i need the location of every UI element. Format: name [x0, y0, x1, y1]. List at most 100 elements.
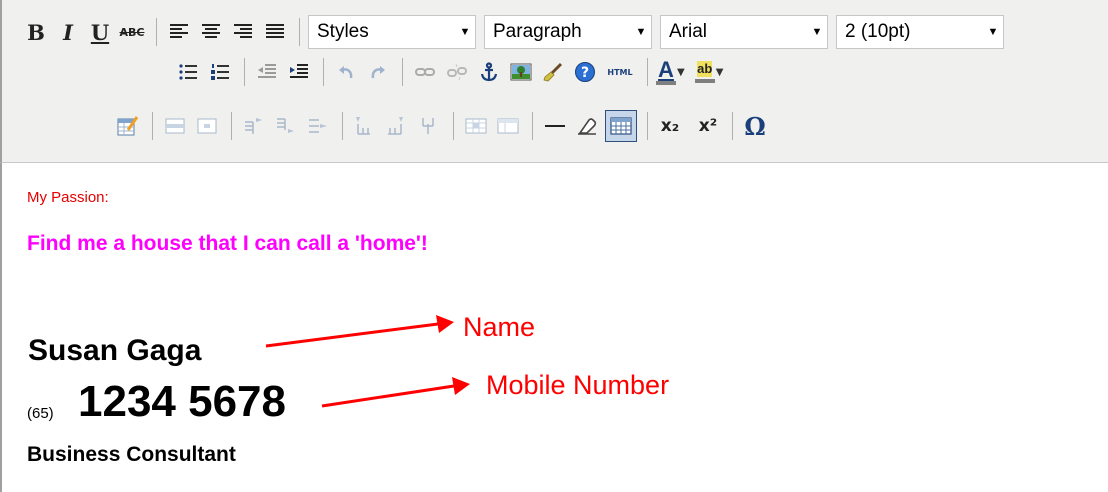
chevron-down-icon[interactable]: ▼	[807, 16, 827, 48]
indent-button[interactable]	[285, 58, 313, 86]
help-icon: ?	[575, 62, 595, 82]
chevron-down-icon[interactable]: ▼	[677, 67, 685, 78]
toolbar-separator	[732, 112, 733, 140]
align-right-icon	[234, 24, 252, 38]
rich-text-editor: B I U ABC Styles ▼ Paragraph ▼ Arial ▼ 2…	[0, 0, 1108, 492]
strikethrough-button[interactable]: ABC	[118, 18, 146, 46]
chevron-down-icon[interactable]: ▼	[631, 16, 651, 48]
strikethrough-icon: ABC	[119, 25, 145, 39]
delete-row-button[interactable]	[304, 112, 332, 140]
toolbar-separator	[453, 112, 454, 140]
row-properties-button[interactable]	[161, 112, 189, 140]
font-size-select-value: 2 (10pt)	[845, 21, 911, 42]
anchor-icon	[480, 62, 498, 82]
help-button[interactable]: ?	[571, 58, 599, 86]
cell-properties-button[interactable]	[193, 112, 221, 140]
merge-cells-button[interactable]	[462, 112, 490, 140]
outdent-button[interactable]	[253, 58, 281, 86]
redo-button[interactable]	[364, 58, 392, 86]
toolbar-separator	[532, 112, 533, 140]
special-character-button[interactable]: Ω	[741, 112, 769, 141]
delete-column-button[interactable]	[415, 112, 443, 140]
font-family-select-value: Arial	[669, 21, 708, 42]
highlight-color-icon: ab	[694, 61, 715, 83]
cleanup-button[interactable]	[539, 58, 567, 86]
insert-link-button[interactable]	[411, 58, 439, 86]
headline-text: Find me a house that I can call a 'home'…	[27, 232, 428, 255]
numbered-list-button[interactable]	[206, 58, 234, 86]
format-select[interactable]: Paragraph ▼	[484, 15, 652, 49]
underline-icon: U	[90, 19, 110, 45]
insert-column-before-button[interactable]	[351, 112, 379, 140]
text-color-icon: A	[656, 58, 676, 85]
align-center-button[interactable]	[197, 18, 225, 46]
delete-column-icon	[422, 118, 434, 134]
toolbar-separator	[402, 58, 403, 86]
split-cell-icon	[497, 118, 519, 134]
passion-label: My Passion:	[27, 189, 109, 206]
bold-button[interactable]: B	[22, 18, 50, 46]
text-color-button[interactable]: A ▼	[656, 58, 685, 86]
bullet-list-button[interactable]	[174, 58, 202, 86]
outdent-icon	[258, 64, 276, 78]
toolbar-separator	[647, 58, 648, 86]
highlight-color-swatch	[694, 79, 715, 83]
editor-content-area[interactable]: My Passion: Find me a house that I can c…	[0, 163, 1108, 492]
text-color-swatch	[656, 80, 676, 85]
align-right-button[interactable]	[229, 18, 257, 46]
font-size-select[interactable]: 2 (10pt) ▼	[836, 15, 1004, 49]
html-source-button[interactable]: HTML	[603, 58, 637, 86]
undo-button[interactable]	[332, 58, 360, 86]
insert-image-button[interactable]	[507, 58, 535, 86]
horizontal-rule-button[interactable]	[541, 112, 569, 140]
italic-button[interactable]: I	[54, 18, 82, 46]
phone-number: 1234 5678	[78, 377, 286, 426]
toolbar-separator	[342, 112, 343, 140]
subscript-button[interactable]: x₂	[656, 112, 684, 140]
insert-row-before-icon	[245, 118, 262, 134]
superscript-button[interactable]: x²	[694, 112, 722, 140]
highlight-color-button[interactable]: ab ▼	[694, 58, 724, 86]
chevron-down-icon[interactable]: ▼	[455, 16, 475, 48]
unlink-button[interactable]	[443, 58, 471, 86]
insert-row-after-button[interactable]	[272, 112, 300, 140]
toolbar-separator	[231, 112, 232, 140]
align-left-button[interactable]	[165, 18, 193, 46]
styles-select[interactable]: Styles ▼	[308, 15, 476, 49]
row-properties-icon	[165, 118, 185, 134]
table-properties-button[interactable]	[114, 112, 142, 140]
html-icon: HTML	[607, 67, 633, 77]
chevron-down-icon[interactable]: ▼	[716, 67, 724, 78]
job-title: Business Consultant	[27, 443, 236, 466]
split-cell-button[interactable]	[494, 112, 522, 140]
horizontal-rule-icon	[545, 125, 565, 127]
undo-icon	[339, 66, 353, 79]
align-left-icon	[170, 24, 188, 38]
annotation-name-label: Name	[463, 312, 536, 342]
italic-icon: I	[63, 19, 73, 45]
country-code: (65)	[27, 405, 54, 422]
underline-button[interactable]: U	[86, 18, 114, 46]
insert-column-after-button[interactable]	[383, 112, 411, 140]
insert-column-after-icon	[388, 117, 403, 135]
bullet-list-icon	[179, 64, 197, 80]
anchor-button[interactable]	[475, 58, 503, 86]
table-properties-icon	[117, 116, 139, 136]
visual-aid-button[interactable]	[605, 110, 637, 142]
align-justify-button[interactable]	[261, 18, 289, 46]
insert-row-before-button[interactable]	[240, 112, 268, 140]
insert-row-after-icon	[277, 118, 294, 133]
remove-format-button[interactable]	[573, 112, 601, 140]
bold-icon: B	[27, 19, 45, 45]
delete-row-icon	[309, 119, 327, 133]
toolbar-row-3: x₂ x² Ω	[114, 106, 773, 146]
toolbar-row-1: B I U ABC Styles ▼ Paragraph ▼ Arial ▼ 2…	[22, 12, 1012, 52]
merge-cells-icon	[465, 118, 487, 134]
align-justify-icon	[266, 24, 284, 38]
person-name: Susan Gaga	[28, 334, 202, 367]
insert-column-before-icon	[356, 117, 370, 135]
toolbar-separator	[647, 112, 648, 140]
chevron-down-icon[interactable]: ▼	[983, 16, 1003, 48]
numbered-list-icon	[211, 64, 229, 80]
font-family-select[interactable]: Arial ▼	[660, 15, 828, 49]
